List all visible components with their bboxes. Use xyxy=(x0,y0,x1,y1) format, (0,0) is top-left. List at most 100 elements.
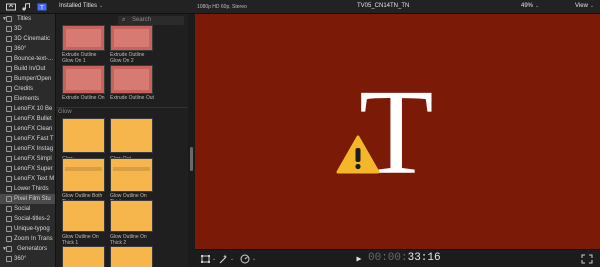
timecode-display[interactable]: 00:00:33:16 xyxy=(368,252,441,264)
category-icon xyxy=(6,156,12,162)
category-icon xyxy=(6,36,12,42)
sidebar-item-label: Zoom In Trans xyxy=(14,236,53,242)
title-thumbnail[interactable] xyxy=(110,25,153,51)
category-icon xyxy=(6,206,12,212)
chevron-down-icon[interactable]: ⌄ xyxy=(230,254,234,264)
sidebar-item-bumper-open[interactable]: Bumper/Open xyxy=(0,74,55,84)
sidebar-item-lenofx-super[interactable]: LenoFX Super xyxy=(0,164,55,174)
browser-scrollbar[interactable] xyxy=(188,14,195,267)
chevron-down-icon[interactable]: ⌄ xyxy=(212,254,216,264)
section-divider xyxy=(56,107,188,108)
sidebar-item-pixel-film-studios[interactable]: Pixel Film Stu xyxy=(0,194,55,204)
thumbnail-preview xyxy=(114,29,149,47)
sidebar-item-label: Build In/Out xyxy=(14,66,46,72)
fullscreen-icon[interactable] xyxy=(581,254,593,264)
sidebar-item-elements[interactable]: Elements xyxy=(0,94,55,104)
timecode-prefix: 00:00: xyxy=(368,252,408,264)
sidebar-item-lenofx-text-m[interactable]: LenoFX Text M xyxy=(0,174,55,184)
thumbnail-caption: Glow Outline On Thick 1 xyxy=(62,234,99,246)
sidebar-item-lenofx-simpl[interactable]: LenoFX Simpl xyxy=(0,154,55,164)
title-thumbnail[interactable] xyxy=(110,158,153,192)
sidebar-item-label: 360° xyxy=(14,46,27,52)
sidebar-item-social-titles-2[interactable]: Social-titles-2 xyxy=(0,214,55,224)
sidebar-item-label: LenoFX Bullet xyxy=(14,116,52,122)
top-toolbar: T Installed Titles ⌄ 1080p HD 60p, Stereo… xyxy=(0,0,600,14)
category-icon xyxy=(6,106,12,112)
magic-wand-icon[interactable] xyxy=(219,254,228,264)
title-thumbnail[interactable] xyxy=(62,65,105,94)
chevron-down-icon: ⌄ xyxy=(535,3,540,9)
title-thumbnail[interactable] xyxy=(110,246,153,267)
category-icon xyxy=(6,56,12,62)
sidebar-item-social[interactable]: Social xyxy=(0,204,55,214)
thumbnail-caption: Extrude Outline Glow On 1 xyxy=(62,52,97,64)
thumbnail-caption: Glow Outline On Thick 2 xyxy=(110,234,147,246)
title-thumbnail[interactable] xyxy=(62,246,105,267)
sidebar-item-lenofx-instag[interactable]: LenoFX Instag xyxy=(0,144,55,154)
speed-gauge-icon[interactable] xyxy=(240,254,250,264)
sidebar-item-titles[interactable]: ▼ Titles xyxy=(0,14,55,24)
sidebar-item-360-generator[interactable]: 360° xyxy=(0,254,55,264)
category-icon xyxy=(6,46,12,52)
scrollbar-thumb[interactable] xyxy=(190,147,193,171)
sidebar-item-zoom-in-trans[interactable]: Zoom In Trans xyxy=(0,234,55,244)
transform-icon[interactable] xyxy=(201,254,210,264)
chevron-down-icon[interactable]: ⌄ xyxy=(252,254,256,264)
title-thumbnail[interactable] xyxy=(62,25,105,51)
sidebar-item-generators[interactable]: ▼ Generators xyxy=(0,244,55,254)
sidebar-item-lower-thirds[interactable]: Lower Thirds xyxy=(0,184,55,194)
title-thumbnail[interactable] xyxy=(62,118,105,153)
sidebar-item-label: Lower Thirds xyxy=(14,186,49,192)
sidebar-item-unique-typog[interactable]: Unique-typog xyxy=(0,224,55,234)
sidebar-item-label: Unique-typog xyxy=(14,226,50,232)
sidebar-item-3d[interactable]: 3D xyxy=(0,24,55,34)
import-icon[interactable] xyxy=(6,3,16,11)
category-icon xyxy=(6,256,12,262)
category-icon xyxy=(6,136,12,142)
viewer[interactable]: T xyxy=(195,14,600,249)
sidebar-item-3d-cinematic[interactable]: 3D Cinematic xyxy=(0,34,55,44)
title-thumbnail[interactable] xyxy=(110,200,153,232)
installed-titles-dropdown[interactable]: Installed Titles ⌄ xyxy=(59,3,103,9)
view-dropdown[interactable]: View ⌄ xyxy=(575,3,594,9)
search-icon: ⌕ xyxy=(122,17,126,23)
title-thumbnail[interactable] xyxy=(110,118,153,153)
thumbnail-preview xyxy=(113,167,150,171)
search-input[interactable]: ⌕ Search xyxy=(118,16,184,25)
music-icon[interactable] xyxy=(21,3,31,11)
thumbnail-preview xyxy=(114,69,149,90)
thumbnail-caption: Extrude Outline Out xyxy=(110,95,154,101)
titles-category-icon xyxy=(6,16,12,22)
sidebar-item-label: LenoFX Simpl xyxy=(14,156,52,162)
sidebar-item-build-in-out[interactable]: Build In/Out xyxy=(0,64,55,74)
play-icon[interactable] xyxy=(356,254,362,264)
sidebar-item-label: LenoFX Super xyxy=(14,166,53,172)
category-icon xyxy=(6,226,12,232)
sidebar-item-360[interactable]: 360° xyxy=(0,44,55,54)
sidebar-item-bounce-text[interactable]: Bounce-text-... xyxy=(0,54,55,64)
sidebar-item-label: 3D Cinematic xyxy=(14,36,51,42)
warning-icon xyxy=(336,135,380,174)
sidebar-item-label: Generators xyxy=(17,246,48,252)
sidebar-item-label: Pixel Film Stu xyxy=(14,196,51,202)
title-thumbnail[interactable] xyxy=(62,200,105,232)
zoom-dropdown[interactable]: 49% ⌄ xyxy=(521,3,539,9)
sidebar-item-credits[interactable]: Credits xyxy=(0,84,55,94)
section-label-glow: Glow xyxy=(58,109,72,115)
category-icon xyxy=(6,96,12,102)
title-thumbnail[interactable] xyxy=(62,158,105,192)
titles-icon[interactable]: T xyxy=(37,3,47,11)
sidebar-item-label: Credits xyxy=(14,86,34,92)
thumbnail-preview xyxy=(66,29,101,47)
sidebar-item-label: LenoFX Clean xyxy=(14,126,53,132)
sidebar-item-lenofx-bullet[interactable]: LenoFX Bullet xyxy=(0,114,55,124)
sidebar-item-lenofx-fast[interactable]: LenoFX Fast T xyxy=(0,134,55,144)
project-name: TV05_CN14TN_TN xyxy=(357,3,410,9)
category-icon xyxy=(6,176,12,182)
thumbnail-caption: Extrude Outline On xyxy=(62,95,105,101)
format-label: 1080p HD 60p, Stereo xyxy=(197,4,247,10)
title-thumbnail[interactable] xyxy=(110,65,153,94)
sidebar-item-lenofx-clean[interactable]: LenoFX Clean xyxy=(0,124,55,134)
sidebar-item-lenofx-10[interactable]: LenoFX 10 Be xyxy=(0,104,55,114)
chevron-down-icon: ⌄ xyxy=(99,3,104,9)
